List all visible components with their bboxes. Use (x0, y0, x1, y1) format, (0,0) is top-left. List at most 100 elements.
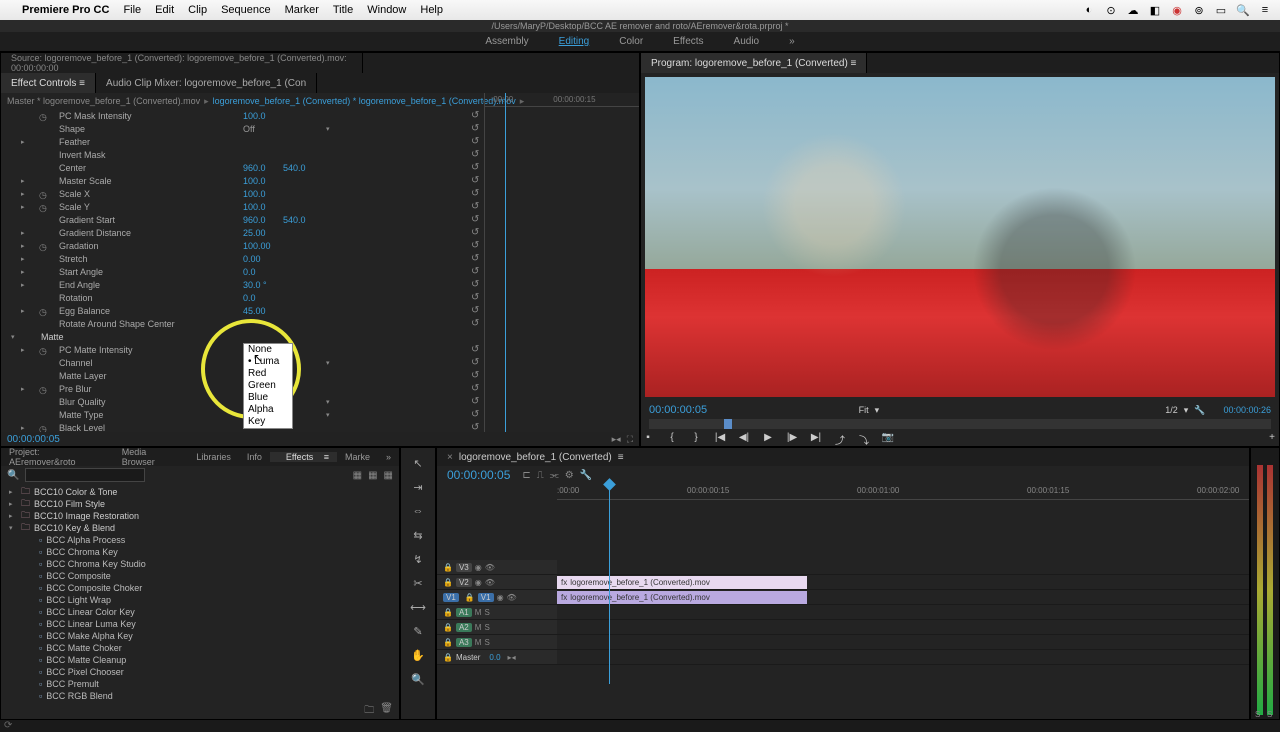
expand-icon[interactable]: ⛶ (627, 434, 633, 445)
menu-help[interactable]: Help (420, 4, 443, 16)
reset-icon[interactable]: ↺ (471, 318, 479, 329)
twirl-icon[interactable]: ▸ (21, 307, 25, 315)
tree-leaf[interactable]: ▫BCC Linear Luma Key (1, 618, 399, 630)
cloud-icon[interactable]: ☁ (1126, 3, 1140, 17)
track-row[interactable] (557, 620, 1249, 635)
reset-icon[interactable]: ↺ (471, 227, 479, 238)
track-head-a1[interactable]: 🔒A1MS (437, 605, 557, 620)
prop-value[interactable]: Off (243, 124, 255, 134)
reset-icon[interactable]: ↺ (471, 201, 479, 212)
prop-value[interactable]: 100.0 (243, 111, 266, 121)
reset-icon[interactable]: ↺ (471, 214, 479, 225)
twirl-icon[interactable]: ▸ (21, 268, 25, 276)
tree-leaf[interactable]: ▫BCC Composite (1, 570, 399, 582)
sync-icon[interactable]: ⟳ (0, 720, 12, 731)
tab-project[interactable]: Project: AEremover&roto (1, 447, 114, 467)
tree-leaf[interactable]: ▫BCC Alpha Process (1, 534, 399, 546)
tree-leaf[interactable]: ▫BCC Premult (1, 678, 399, 690)
reset-icon[interactable]: ↺ (471, 422, 479, 432)
tab-program[interactable]: Program: logoremove_before_1 (Converted)… (641, 53, 867, 73)
track-row[interactable] (557, 560, 1249, 575)
stopwatch-icon[interactable]: ◷ (39, 385, 47, 393)
track-head-a3[interactable]: 🔒A3MS (437, 635, 557, 650)
timeline-playhead[interactable] (609, 484, 610, 684)
trash-icon[interactable]: 🗑 (380, 703, 393, 719)
add-button[interactable]: + (1265, 432, 1279, 447)
tree-folder[interactable]: ▸🗀BCC10 Color & Tone (1, 486, 399, 498)
stopwatch-icon[interactable]: ◷ (39, 203, 47, 211)
twirl-icon[interactable]: ▸ (21, 424, 25, 432)
prev-frame-button[interactable]: ◀| (737, 432, 751, 447)
chevron-down-icon[interactable]: ▾ (326, 359, 330, 367)
reset-icon[interactable]: ↺ (471, 409, 479, 420)
rate-tool[interactable]: ↯ (407, 550, 429, 568)
prop-value[interactable]: 30.0 ° (243, 280, 267, 290)
source-header[interactable]: Source: logoremove_before_1 (Converted):… (1, 53, 363, 73)
stopwatch-icon[interactable]: ◷ (39, 112, 47, 120)
razor-tool[interactable]: ✂ (407, 574, 429, 592)
timeline-timecode[interactable]: 00:00:00:05 (447, 468, 510, 482)
program-tc-in[interactable]: 00:00:00:05 (649, 404, 707, 416)
solo-right[interactable]: S (1267, 710, 1272, 719)
menu-window[interactable]: Window (367, 4, 406, 16)
twirl-icon[interactable]: ▸ (21, 229, 25, 237)
reset-icon[interactable]: ↺ (471, 370, 479, 381)
go-in-button[interactable]: } (689, 432, 703, 447)
prop-value[interactable]: 100.00 (243, 241, 271, 251)
status-icon[interactable]: ◐ (1082, 3, 1096, 17)
reset-icon[interactable]: ↺ (471, 123, 479, 134)
track-head-a2[interactable]: 🔒A2MS (437, 620, 557, 635)
track-select-tool[interactable]: ⇥ (407, 478, 429, 496)
rolling-tool[interactable]: ⇆ (407, 526, 429, 544)
tree-leaf[interactable]: ▫BCC RGB Blend (1, 690, 399, 702)
wifi-icon[interactable]: ⊚ (1192, 3, 1206, 17)
tree-folder[interactable]: ▸🗀BCC10 Film Style (1, 498, 399, 510)
tab-markers[interactable]: Marke (337, 452, 378, 462)
tree-folder[interactable]: ▸🗀BCC10 Image Restoration (1, 510, 399, 522)
tree-leaf[interactable]: ▫BCC Light Wrap (1, 594, 399, 606)
hand-tool[interactable]: ✋ (407, 646, 429, 664)
status-icon[interactable]: ◧ (1148, 3, 1162, 17)
step-fwd-button[interactable]: ▶| (809, 432, 823, 447)
twirl-icon[interactable]: ▸ (21, 203, 25, 211)
tree-leaf[interactable]: ▫BCC Linear Color Key (1, 606, 399, 618)
track-row[interactable] (557, 635, 1249, 650)
track-head-v2[interactable]: 🔒V2◉👁 (437, 575, 557, 590)
clip-v2[interactable]: fxlogoremove_before_1 (Converted).mov (557, 576, 807, 589)
chevron-down-icon[interactable]: ▾ (326, 398, 330, 406)
reset-icon[interactable]: ↺ (471, 357, 479, 368)
track-row[interactable]: fxlogoremove_before_1 (Converted).mov (557, 590, 1249, 605)
dropdown-option[interactable]: None (244, 344, 292, 356)
workspace-effects[interactable]: Effects (673, 36, 703, 47)
status-icon[interactable]: ⊙ (1104, 3, 1118, 17)
menu-clip[interactable]: Clip (188, 4, 207, 16)
track-head-v1[interactable]: V1🔒V1◉👁 (437, 590, 557, 605)
twirl-icon[interactable]: ▸ (21, 255, 25, 263)
tree-folder[interactable]: ▾🗀BCC10 Key & Blend (1, 522, 399, 534)
tab-effect-controls[interactable]: Effect Controls ≡ (1, 73, 96, 93)
tab-effects[interactable]: Effects ≡ (270, 452, 337, 462)
next-frame-button[interactable]: |▶ (785, 432, 799, 447)
channel-dropdown[interactable]: NoneLumaRedGreenBlueAlphaKey (243, 343, 293, 429)
timeline-close-icon[interactable]: × (447, 452, 453, 463)
tree-leaf[interactable]: ▫BCC Pixel Chooser (1, 666, 399, 678)
reset-icon[interactable]: ↺ (471, 162, 479, 173)
track-head-v3[interactable]: 🔒V3◉👁 (437, 560, 557, 575)
tree-leaf[interactable]: ▫BCC Matte Choker (1, 642, 399, 654)
reset-icon[interactable]: ↺ (471, 279, 479, 290)
wrench-icon[interactable]: 🔧 (580, 470, 592, 481)
effects-tree[interactable]: ▸🗀BCC10 Color & Tone▸🗀BCC10 Film Style▸🗀… (1, 484, 399, 703)
zoom-icon[interactable]: ▸◂ (612, 434, 621, 445)
twirl-icon[interactable]: ▾ (11, 333, 15, 341)
twirl-icon[interactable]: ▸ (21, 177, 25, 185)
effect-timecode[interactable]: 00:00:00:05 (7, 434, 60, 445)
selection-tool[interactable]: ↖ (407, 454, 429, 472)
tab-media-browser[interactable]: Media Browser (114, 447, 189, 467)
dropdown-option[interactable]: Alpha (244, 404, 292, 416)
twirl-icon[interactable]: ▸ (21, 190, 25, 198)
status-icon[interactable]: ◉ (1170, 3, 1184, 17)
workspace-assembly[interactable]: Assembly (485, 36, 528, 47)
workspace-editing[interactable]: Editing (559, 36, 590, 47)
tab-more[interactable]: » (378, 452, 399, 462)
tree-leaf[interactable]: ▫BCC Matte Cleanup (1, 654, 399, 666)
